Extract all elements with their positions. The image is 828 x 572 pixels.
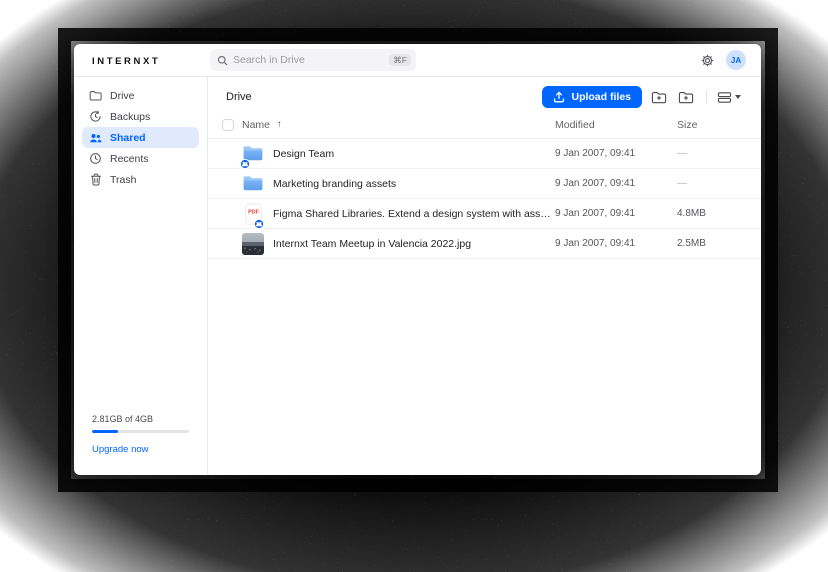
window-body: Drive Backups	[74, 77, 761, 475]
upload-folder-button[interactable]	[676, 87, 696, 107]
pdf-file-icon: PDF	[242, 203, 264, 225]
folder-icon	[89, 90, 102, 101]
name-header-label: Name	[242, 119, 270, 131]
storage-section: 2.81GB of 4GB Upgrade now	[92, 414, 189, 457]
svg-text:PDF: PDF	[248, 209, 259, 215]
name-cell: PDF Figma Shared Lib	[242, 203, 555, 225]
select-all-checkbox[interactable]	[222, 119, 234, 131]
logo-zone: INTERNXT	[74, 51, 208, 69]
upload-button-label: Upload files	[571, 91, 631, 103]
folder-icon	[242, 173, 264, 195]
search-shortcut-badge: ⌘F	[389, 54, 411, 67]
topbar: INTERNXT ⌘F JA	[74, 44, 761, 77]
toolbar-actions: Upload files	[542, 86, 741, 108]
file-row-figma-pdf[interactable]: PDF Figma Shared Lib	[208, 199, 761, 229]
list-view-icon	[717, 91, 732, 104]
file-row-marketing-assets[interactable]: Marketing branding assets 9 Jan 2007, 09…	[208, 169, 761, 199]
upgrade-now-link[interactable]: Upgrade now	[92, 444, 149, 455]
shared-badge-icon	[240, 156, 250, 166]
storage-progress-bar	[92, 430, 189, 433]
clock-icon	[89, 152, 102, 165]
sort-ascending-icon: ↑	[277, 119, 282, 130]
file-size: 4.8MB	[663, 208, 741, 219]
main-header: Drive Upload files	[208, 77, 761, 111]
sidebar-item-label: Backups	[110, 111, 150, 123]
storage-usage-label: 2.81GB of 4GB	[92, 414, 189, 424]
folder-plus-icon	[678, 91, 694, 104]
file-size: 2.5MB	[663, 238, 741, 249]
topbar-right: JA	[416, 50, 761, 70]
sidebar-item-shared[interactable]: Shared	[82, 127, 199, 148]
name-cell: Marketing branding assets	[242, 173, 555, 195]
shared-people-icon	[89, 132, 102, 144]
user-avatar[interactable]: JA	[726, 50, 746, 70]
settings-gear-icon[interactable]	[700, 53, 715, 68]
modified-date: 9 Jan 2007, 09:41	[555, 208, 663, 219]
sidebar: Drive Backups	[74, 77, 208, 475]
sidebar-item-recents[interactable]: Recents	[82, 148, 199, 169]
modified-date: 9 Jan 2007, 09:41	[555, 238, 663, 249]
internxt-logo: INTERNXT	[92, 56, 160, 67]
name-cell: Design Team	[242, 143, 555, 165]
file-row-design-team[interactable]: Design Team 9 Jan 2007, 09:41 —	[208, 139, 761, 169]
toolbar-divider	[706, 90, 707, 104]
shared-folder-icon	[242, 143, 264, 165]
file-name: Figma Shared Libraries. Extend a design …	[273, 208, 555, 220]
column-header-size[interactable]: Size	[663, 119, 741, 131]
column-header-modified[interactable]: Modified	[555, 119, 663, 131]
file-row-meetup-jpg[interactable]: Internxt Team Meetup in Valencia 2022.jp…	[208, 229, 761, 259]
backup-restore-icon	[89, 110, 102, 123]
sidebar-item-label: Shared	[110, 132, 146, 144]
file-size: —	[663, 178, 741, 189]
sidebar-item-label: Recents	[110, 153, 149, 165]
folder-plus-icon	[651, 91, 667, 104]
search-box[interactable]: ⌘F	[210, 49, 416, 71]
trash-icon	[89, 173, 102, 186]
sidebar-item-trash[interactable]: Trash	[82, 169, 199, 190]
modified-date: 9 Jan 2007, 09:41	[555, 148, 663, 159]
sidebar-item-drive[interactable]: Drive	[82, 85, 199, 106]
file-name: Design Team	[273, 148, 334, 160]
main-panel: Drive Upload files	[208, 77, 761, 475]
upload-icon	[553, 91, 565, 103]
chevron-down-icon	[735, 95, 741, 99]
storage-progress-fill	[92, 430, 118, 433]
file-size: —	[663, 148, 741, 159]
search-input[interactable]	[233, 54, 389, 66]
view-mode-button[interactable]	[717, 91, 741, 104]
stage: INTERNXT ⌘F JA	[0, 0, 828, 572]
shared-badge-icon	[254, 216, 264, 226]
column-header-name[interactable]: Name ↑	[242, 119, 555, 131]
name-cell: Internxt Team Meetup in Valencia 2022.jp…	[242, 233, 555, 255]
image-thumbnail	[242, 233, 264, 255]
sidebar-item-label: Trash	[110, 174, 136, 186]
sidebar-item-label: Drive	[110, 90, 135, 102]
breadcrumb[interactable]: Drive	[226, 91, 252, 103]
new-folder-button[interactable]	[649, 87, 669, 107]
search-icon	[217, 55, 228, 66]
file-name: Internxt Team Meetup in Valencia 2022.jp…	[273, 238, 471, 250]
sidebar-spacer	[74, 190, 207, 414]
table-header: Name ↑ Modified Size	[208, 111, 761, 139]
file-name: Marketing branding assets	[273, 178, 396, 190]
sidebar-item-backups[interactable]: Backups	[82, 106, 199, 127]
app-window: INTERNXT ⌘F JA	[74, 44, 761, 475]
upload-files-button[interactable]: Upload files	[542, 86, 642, 108]
modified-date: 9 Jan 2007, 09:41	[555, 178, 663, 189]
